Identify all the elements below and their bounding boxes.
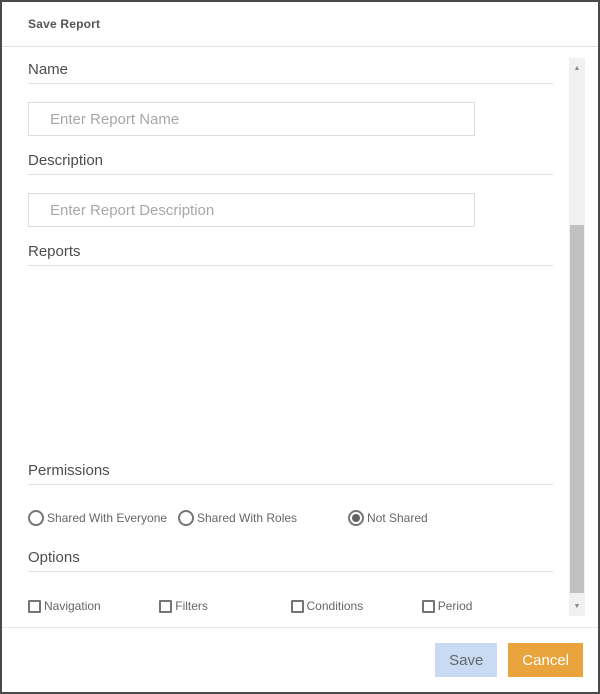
reports-label: Reports xyxy=(28,243,553,266)
radio-label: Shared With Everyone xyxy=(47,511,168,525)
checkbox-filters[interactable]: Filters xyxy=(159,599,290,613)
reports-list-area xyxy=(28,266,553,462)
scroll-up-icon[interactable]: ▲ xyxy=(569,60,585,76)
save-report-dialog: Save Report Name Description Reports Per… xyxy=(0,0,600,694)
report-name-input[interactable] xyxy=(28,102,475,136)
radio-icon[interactable] xyxy=(28,510,44,526)
radio-icon[interactable] xyxy=(178,510,194,526)
dialog-body: Name Description Reports Permissions Sha… xyxy=(2,47,598,627)
scrollbar-thumb[interactable] xyxy=(570,225,584,593)
radio-not-shared[interactable]: Not Shared xyxy=(348,510,428,526)
save-button[interactable]: Save xyxy=(435,643,498,677)
options-label: Options xyxy=(28,549,553,572)
cancel-button[interactable]: Cancel xyxy=(508,643,583,677)
radio-icon[interactable] xyxy=(348,510,364,526)
checkbox-label: Conditions xyxy=(306,599,364,613)
options-checkbox-group: Navigation Filters Conditions Period xyxy=(28,597,553,615)
dialog-header: Save Report xyxy=(2,2,598,47)
dialog-title: Save Report xyxy=(28,17,101,31)
radio-shared-with-roles[interactable]: Shared With Roles xyxy=(178,510,348,526)
checkbox-icon[interactable] xyxy=(421,599,435,613)
radio-label: Shared With Roles xyxy=(197,511,298,525)
checkbox-icon[interactable] xyxy=(28,599,41,613)
checkbox-conditions[interactable]: Conditions xyxy=(290,599,422,613)
permissions-radio-group: Shared With Everyone Shared With Roles N… xyxy=(28,508,553,528)
permissions-label: Permissions xyxy=(28,462,553,485)
scroll-down-icon[interactable]: ▼ xyxy=(569,598,585,614)
dialog-footer: Save Cancel xyxy=(2,627,598,692)
checkbox-label: Navigation xyxy=(44,599,101,613)
checkbox-label: Period xyxy=(437,599,473,613)
checkbox-icon[interactable] xyxy=(290,599,304,613)
report-description-input[interactable] xyxy=(28,193,475,227)
vertical-scrollbar[interactable]: ▲ ▼ xyxy=(569,58,585,616)
checkbox-navigation[interactable]: Navigation xyxy=(28,599,159,613)
description-label: Description xyxy=(28,152,553,175)
checkbox-period[interactable]: Period xyxy=(421,599,553,613)
name-label: Name xyxy=(28,61,553,84)
checkbox-icon[interactable] xyxy=(159,599,173,613)
radio-shared-with-everyone[interactable]: Shared With Everyone xyxy=(28,510,178,526)
radio-label: Not Shared xyxy=(367,511,428,525)
checkbox-label: Filters xyxy=(175,599,208,613)
